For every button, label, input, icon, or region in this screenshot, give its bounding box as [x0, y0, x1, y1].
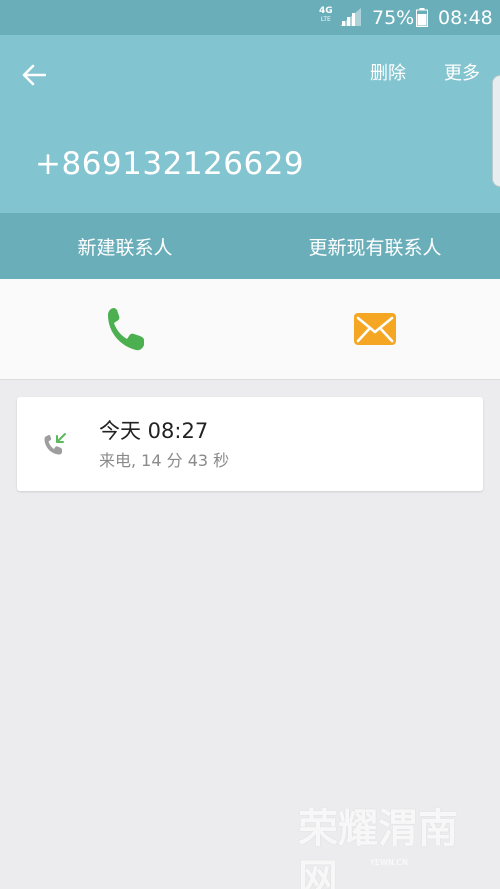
battery-icon [416, 8, 428, 27]
back-button[interactable] [14, 55, 54, 95]
envelope-icon [354, 313, 396, 345]
network-subtype: LTE [320, 16, 331, 23]
call-log-detail: 来电, 14 分 43 秒 [99, 451, 230, 470]
phone-number: +869132126629 [35, 146, 305, 182]
network-type: 4G [319, 6, 333, 16]
more-button[interactable]: 更多 [444, 62, 480, 86]
message-button[interactable] [250, 279, 500, 379]
call-log-item[interactable]: 今天 08:27 来电, 14 分 43 秒 [17, 397, 483, 491]
watermark-url: YEWN.CN [370, 858, 408, 867]
network-indicator: 4G LTE [319, 6, 333, 24]
status-bar: 4G LTE 75% 08:48 [0, 0, 500, 35]
update-contact-button[interactable]: 更新现有联系人 [250, 213, 500, 279]
call-detail-screen: 4G LTE 75% 08:48 删除 更多 +869132126629 新建联… [0, 0, 500, 889]
call-button[interactable] [0, 279, 250, 379]
battery-percentage: 75% [372, 7, 415, 29]
signal-icon [340, 8, 361, 26]
incoming-call-icon [44, 433, 66, 455]
phone-icon [108, 308, 144, 351]
app-bar: 删除 更多 +869132126629 [0, 35, 500, 213]
delete-button[interactable]: 删除 [370, 62, 406, 86]
call-log-title: 今天 08:27 [99, 419, 209, 443]
watermark-text: 荣耀渭南网 [298, 806, 458, 889]
back-arrow-icon [22, 64, 46, 86]
clock: 08:48 [438, 7, 493, 29]
contact-options-bar: 新建联系人 更新现有联系人 [0, 213, 500, 279]
watermark-logo: 荣耀渭南网 YEWN.CN [298, 804, 494, 889]
new-contact-button[interactable]: 新建联系人 [0, 213, 250, 279]
actions-row [0, 279, 500, 380]
edge-panel-handle[interactable] [492, 75, 500, 187]
